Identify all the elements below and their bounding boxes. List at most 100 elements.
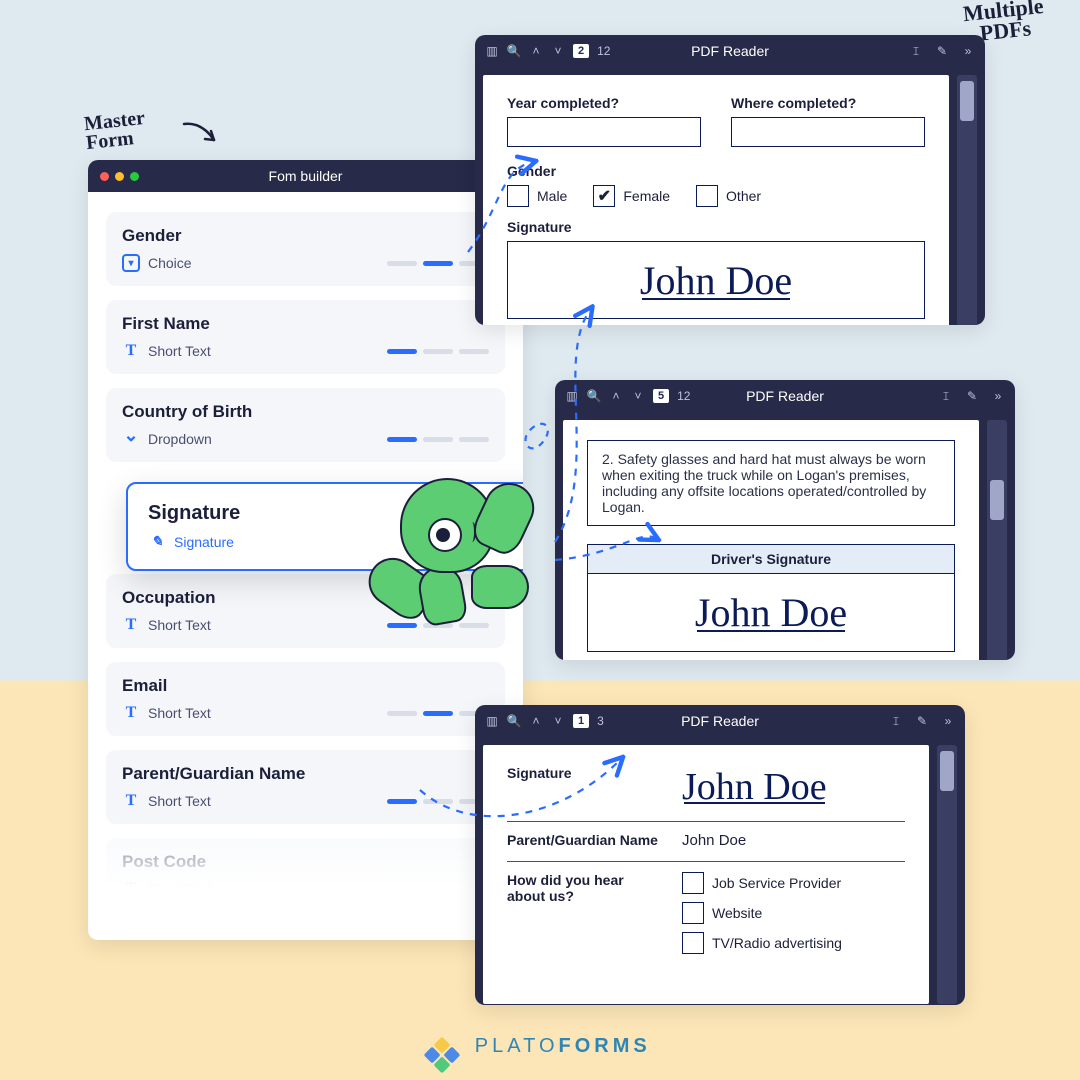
usage-bars bbox=[387, 799, 489, 804]
safety-paragraph: 2. Safety glasses and hard hat must alwa… bbox=[587, 440, 955, 526]
chevron-up-icon[interactable]: ˄ bbox=[609, 389, 623, 403]
scroll-thumb[interactable] bbox=[940, 751, 954, 791]
label-signature: Signature bbox=[507, 765, 662, 781]
page-current[interactable]: 1 bbox=[573, 714, 589, 728]
input-year-completed[interactable] bbox=[507, 117, 701, 147]
field-title: Email bbox=[122, 676, 489, 696]
label-parent-guardian: Parent/Guardian Name bbox=[507, 832, 662, 848]
signature-text: John Doe bbox=[682, 766, 827, 808]
pdf3-titlebar[interactable]: ▥ 🔍 ˄ ˅ 1 3 PDF Reader 𝙸 ✎ » bbox=[475, 705, 965, 737]
arrow-master-form bbox=[182, 120, 216, 144]
label-where-completed: Where completed? bbox=[731, 95, 925, 111]
more-icon[interactable]: » bbox=[941, 714, 955, 728]
sidebar-toggle-icon[interactable]: ▥ bbox=[485, 44, 499, 58]
window-controls[interactable] bbox=[100, 172, 139, 181]
label-hear-about: How did you hear about us? bbox=[507, 872, 662, 904]
page-total: 3 bbox=[597, 714, 604, 728]
chevron-down-icon[interactable]: ˅ bbox=[551, 44, 565, 58]
field-title: Country of Birth bbox=[122, 402, 489, 422]
usage-bars bbox=[387, 349, 489, 354]
label-year-completed: Year completed? bbox=[507, 95, 701, 111]
page-total: 12 bbox=[597, 44, 610, 58]
sidebar-toggle-icon[interactable]: ▥ bbox=[485, 714, 499, 728]
opt-label: Website bbox=[712, 905, 762, 921]
checkbox-other[interactable] bbox=[696, 185, 718, 207]
sidebar-toggle-icon[interactable]: ▥ bbox=[565, 389, 579, 403]
chevron-up-icon[interactable]: ˄ bbox=[529, 44, 543, 58]
scroll-thumb[interactable] bbox=[960, 81, 974, 121]
usage-bars bbox=[387, 711, 489, 716]
choice-icon: ▾ bbox=[122, 254, 140, 272]
signature-icon: ✎ bbox=[148, 533, 166, 551]
annotation-master-form: Master Form bbox=[83, 109, 148, 153]
opt-label: Job Service Provider bbox=[712, 875, 841, 891]
pdf2-titlebar[interactable]: ▥ 🔍 ˄ ˅ 5 12 PDF Reader 𝙸 ✎ » bbox=[555, 380, 1015, 412]
field-type-label: Short Text bbox=[148, 343, 211, 359]
opt-male: Male bbox=[537, 188, 567, 204]
form-builder-titlebar[interactable]: Fom builder bbox=[88, 160, 523, 192]
input-where-completed[interactable] bbox=[731, 117, 925, 147]
text-cursor-icon[interactable]: 𝙸 bbox=[889, 714, 903, 728]
more-icon[interactable]: » bbox=[961, 44, 975, 58]
value-parent-guardian: John Doe bbox=[682, 832, 905, 849]
field-parent-guardian[interactable]: Parent/Guardian Name Short Text bbox=[106, 750, 505, 824]
text-cursor-icon[interactable]: 𝙸 bbox=[909, 44, 923, 58]
scrollbar[interactable] bbox=[957, 75, 977, 325]
field-type-label: Signature bbox=[174, 534, 234, 550]
text-icon bbox=[122, 704, 140, 722]
text-icon bbox=[122, 792, 140, 810]
field-type-label: Short Text bbox=[148, 617, 211, 633]
close-dot[interactable] bbox=[100, 172, 109, 181]
text-cursor-icon[interactable]: 𝙸 bbox=[939, 389, 953, 403]
checkbox-opt-1[interactable] bbox=[682, 902, 704, 924]
checkbox-female[interactable]: ✔ bbox=[593, 185, 615, 207]
form-builder-title: Fom builder bbox=[88, 168, 523, 184]
checkbox-male[interactable] bbox=[507, 185, 529, 207]
usage-bars bbox=[387, 261, 489, 266]
opt-female: Female bbox=[623, 188, 670, 204]
pdf-reader-2: ▥ 🔍 ˄ ˅ 5 12 PDF Reader 𝙸 ✎ » 2. Safety … bbox=[555, 380, 1015, 660]
scroll-thumb[interactable] bbox=[990, 480, 1004, 520]
pen-icon[interactable]: ✎ bbox=[935, 44, 949, 58]
usage-bars bbox=[387, 437, 489, 442]
signature-box[interactable]: John Doe bbox=[507, 241, 925, 319]
label-signature: Signature bbox=[507, 219, 925, 235]
search-icon[interactable]: 🔍 bbox=[507, 44, 521, 58]
minimize-dot[interactable] bbox=[115, 172, 124, 181]
page-total: 12 bbox=[677, 389, 690, 403]
field-country[interactable]: Country of Birth Dropdown bbox=[106, 388, 505, 462]
page-current[interactable]: 2 bbox=[573, 44, 589, 58]
field-type-label: Short Text bbox=[148, 705, 211, 721]
checkbox-opt-2[interactable] bbox=[682, 932, 704, 954]
brand-name-1: PLATO bbox=[475, 1035, 559, 1057]
fade-mask bbox=[88, 832, 523, 912]
search-icon[interactable]: 🔍 bbox=[587, 389, 601, 403]
driver-signature-box[interactable]: John Doe bbox=[587, 574, 955, 652]
pdf1-titlebar[interactable]: ▥ 🔍 ˄ ˅ 2 12 PDF Reader 𝙸 ✎ » bbox=[475, 35, 985, 67]
pen-icon[interactable]: ✎ bbox=[915, 714, 929, 728]
search-icon[interactable]: 🔍 bbox=[507, 714, 521, 728]
field-type-label: Short Text bbox=[148, 793, 211, 809]
checkbox-opt-0[interactable] bbox=[682, 872, 704, 894]
chevron-down-icon[interactable]: ˅ bbox=[631, 389, 645, 403]
field-type-label: Dropdown bbox=[148, 431, 212, 447]
field-email[interactable]: Email Short Text bbox=[106, 662, 505, 736]
pen-icon[interactable]: ✎ bbox=[965, 389, 979, 403]
scrollbar[interactable] bbox=[987, 420, 1007, 660]
field-title: First Name bbox=[122, 314, 489, 334]
field-gender[interactable]: Gender ▾ Choice bbox=[106, 212, 505, 286]
scrollbar[interactable] bbox=[937, 745, 957, 1004]
chevron-down-icon[interactable]: ˅ bbox=[551, 714, 565, 728]
platoforms-logo: PLATOFORMS bbox=[0, 1035, 1080, 1068]
opt-other: Other bbox=[726, 188, 761, 204]
chevron-up-icon[interactable]: ˄ bbox=[529, 714, 543, 728]
field-type-label: Choice bbox=[148, 255, 192, 271]
label-gender: Gender bbox=[507, 163, 925, 179]
field-first-name[interactable]: First Name Short Text bbox=[106, 300, 505, 374]
opt-label: TV/Radio advertising bbox=[712, 935, 842, 951]
pdf-reader-1: ▥ 🔍 ˄ ˅ 2 12 PDF Reader 𝙸 ✎ » Year compl… bbox=[475, 35, 985, 325]
driver-signature-label: Driver's Signature bbox=[587, 544, 955, 574]
more-icon[interactable]: » bbox=[991, 389, 1005, 403]
page-current[interactable]: 5 bbox=[653, 389, 669, 403]
zoom-dot[interactable] bbox=[130, 172, 139, 181]
